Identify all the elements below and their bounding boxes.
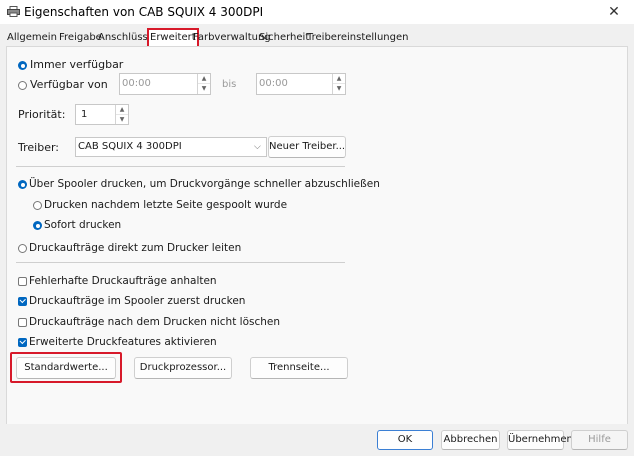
close-button[interactable]: ✕ xyxy=(600,3,628,21)
hold-mismatched-checkbox[interactable] xyxy=(18,277,27,286)
spool-radio[interactable] xyxy=(18,180,27,189)
spin-up-icon[interactable]: ▲ xyxy=(116,105,128,115)
advanced-features-label[interactable]: Erweiterte Druckfeatures aktivieren xyxy=(29,335,217,349)
tab-allgemein[interactable]: Allgemein xyxy=(7,30,57,46)
bis-label: bis xyxy=(222,79,237,90)
print-immediately-label[interactable]: Sofort drucken xyxy=(44,218,121,232)
driver-value: CAB SQUIX 4 300DPI xyxy=(78,141,182,152)
divider xyxy=(16,166,345,167)
ok-button[interactable]: OK xyxy=(377,430,433,450)
hold-mismatched-label[interactable]: Fehlerhafte Druckaufträge anhalten xyxy=(29,274,217,288)
priority-spinner[interactable]: ▲ ▼ xyxy=(115,105,128,124)
driver-label: Treiber: xyxy=(18,141,59,154)
spool-label[interactable]: Über Spooler drucken, um Druckvorgänge s… xyxy=(29,177,380,191)
tab-erweitert[interactable]: Erweitert xyxy=(147,28,199,48)
spin-down-icon[interactable]: ▼ xyxy=(116,115,128,125)
tab-treibereinstellungen[interactable]: Treibereinstellungen xyxy=(307,30,408,46)
to-time-value: 00:00 xyxy=(259,78,288,89)
always-available-radio[interactable] xyxy=(18,61,27,70)
divider xyxy=(16,262,345,263)
separator-page-button[interactable]: Trennseite... xyxy=(250,357,348,379)
spooled-first-checkbox[interactable] xyxy=(18,297,27,306)
always-available-label[interactable]: Immer verfügbar xyxy=(30,58,123,72)
driver-combobox[interactable]: CAB SQUIX 4 300DPI ⌵ xyxy=(75,137,267,157)
help-button[interactable]: Hilfe xyxy=(571,430,628,450)
spin-up-icon[interactable]: ▲ xyxy=(198,74,210,84)
dialog-footer: OK Abbrechen Übernehmen Hilfe xyxy=(0,424,634,456)
advanced-features-checkbox[interactable] xyxy=(18,338,27,347)
direct-print-label[interactable]: Druckaufträge direkt zum Drucker leiten xyxy=(29,241,241,255)
print-processor-button[interactable]: Druckprozessor... xyxy=(134,357,232,379)
priority-value: 1 xyxy=(81,109,88,120)
direct-print-radio[interactable] xyxy=(18,244,27,253)
spin-up-icon[interactable]: ▲ xyxy=(333,74,345,84)
spin-down-icon[interactable]: ▼ xyxy=(333,84,345,94)
spooled-first-label[interactable]: Druckaufträge im Spooler zuerst drucken xyxy=(29,294,245,308)
after-last-page-label[interactable]: Drucken nachdem letzte Seite gespoolt wu… xyxy=(44,198,287,212)
cancel-button[interactable]: Abbrechen xyxy=(441,430,500,450)
window-title: Eigenschaften von CAB SQUIX 4 300DPI xyxy=(24,5,264,19)
new-driver-button[interactable]: Neuer Treiber... xyxy=(268,136,346,158)
title-bar: Eigenschaften von CAB SQUIX 4 300DPI ✕ xyxy=(0,0,634,24)
chevron-down-icon: ⌵ xyxy=(254,142,261,152)
from-time-spinner[interactable]: ▲ ▼ xyxy=(197,74,210,94)
spin-down-icon[interactable]: ▼ xyxy=(198,84,210,94)
keep-printed-label[interactable]: Druckaufträge nach dem Drucken nicht lös… xyxy=(29,315,280,329)
available-from-radio[interactable] xyxy=(18,81,27,90)
available-from-label[interactable]: Verfügbar von xyxy=(30,78,108,92)
after-last-page-radio[interactable] xyxy=(33,201,42,210)
printer-icon xyxy=(7,6,20,17)
apply-button[interactable]: Übernehmen xyxy=(507,430,573,450)
from-time-value: 00:00 xyxy=(122,78,151,89)
print-immediately-radio[interactable] xyxy=(33,221,42,230)
tab-sicherheit[interactable]: Sicherheit xyxy=(259,30,309,46)
keep-printed-checkbox[interactable] xyxy=(18,318,27,327)
tab-anschluesse[interactable]: Anschlüsse xyxy=(98,30,154,46)
tab-freigabe[interactable]: Freigabe xyxy=(59,30,102,46)
to-time-spinner[interactable]: ▲ ▼ xyxy=(332,74,345,94)
priority-label: Priorität: xyxy=(18,108,66,121)
defaults-button[interactable]: Standardwerte... xyxy=(16,357,116,379)
